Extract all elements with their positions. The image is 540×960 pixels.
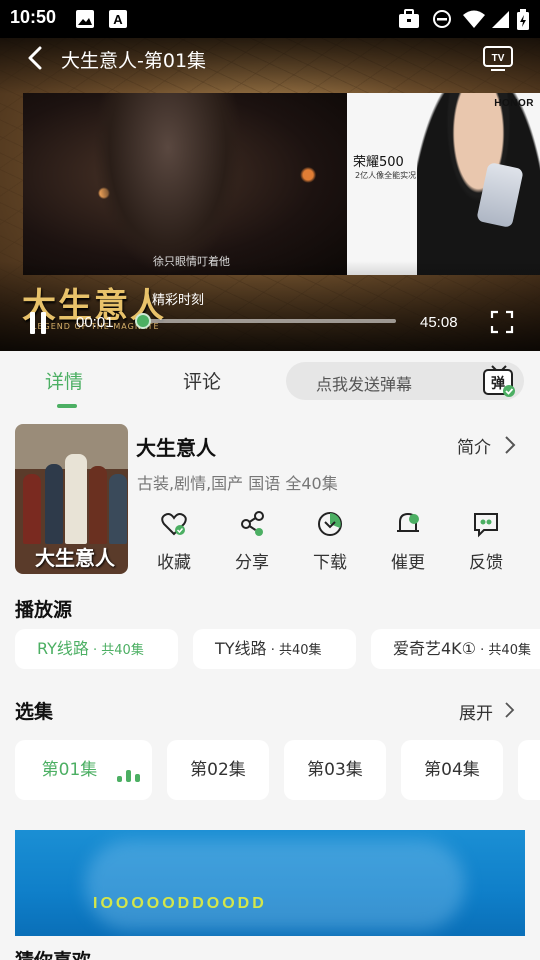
show-title: 大生意人 (136, 436, 216, 460)
seek-bar[interactable] (135, 313, 396, 329)
chevron-right-icon[interactable] (503, 435, 517, 455)
ad-model: 荣耀500 (353, 155, 404, 170)
share-icon (241, 511, 264, 536)
episode-list: 第01集 第02集 第03集 第04集 (0, 740, 540, 800)
source-name: TY线路 (215, 639, 267, 658)
expand-link[interactable]: 展开 (459, 699, 493, 724)
svg-text:A: A (113, 12, 123, 27)
video-frame: 徐只眼情叮着他 (23, 93, 347, 275)
show-poster[interactable]: 大生意人 (15, 424, 128, 574)
do-not-disturb-icon (433, 10, 451, 28)
action-label: 反馈 (469, 553, 503, 573)
back-arrow-icon[interactable] (24, 46, 48, 70)
share-button[interactable]: 分享 (222, 510, 282, 573)
episodes-title: 选集 (15, 701, 54, 723)
current-time: 00:01 (76, 314, 114, 331)
status-bar: 10:50 A (0, 0, 540, 38)
source-count: · 共40集 (476, 643, 531, 658)
playing-equalizer-icon (117, 770, 143, 782)
tv-cast-icon[interactable]: TV (482, 44, 514, 72)
ad-slogan: 2亿人像全能实况 (355, 171, 417, 180)
total-time: 45:08 (420, 314, 458, 331)
feedback-button[interactable]: 反馈 (456, 510, 516, 573)
detail-tabs: 详情 评论 点我发送弹幕 弹 (0, 351, 540, 413)
recommend-section-title: 猜你喜欢 (15, 946, 91, 960)
video-ad[interactable]: HONOR 荣耀500 2亿人像全能实况 (347, 93, 540, 275)
svg-text:TV: TV (492, 53, 505, 64)
episode-item-02[interactable]: 第02集 (167, 740, 269, 800)
video-title: 大生意人-第01集 (61, 50, 207, 72)
poster-title: 大生意人 (35, 546, 115, 570)
episode-label: 第01集 (41, 760, 98, 780)
episode-item-03[interactable]: 第03集 (284, 740, 386, 800)
tab-comment[interactable]: 评论 (183, 367, 221, 394)
play-source-title: 播放源 (15, 599, 73, 621)
show-meta: 古装,剧情,国产 国语 全40集 (137, 474, 338, 493)
danmaku-toggle-icon[interactable]: 弹 (482, 364, 516, 398)
episode-label: 第02集 (190, 760, 246, 780)
ad-brand: HONOR (494, 98, 534, 109)
banner-ad[interactable]: IOOOOODDOODD (15, 830, 525, 936)
highlight-label[interactable]: 精彩时刻 (152, 289, 204, 308)
text-a-icon: A (109, 10, 127, 28)
remind-update-button[interactable]: 催更 (378, 510, 438, 573)
danmaku-placeholder: 点我发送弹幕 (316, 375, 413, 394)
favorite-button[interactable]: 收藏 (144, 510, 204, 573)
action-label: 分享 (235, 553, 269, 573)
source-count: · 共40集 (88, 643, 144, 658)
episode-label: 第04集 (424, 760, 480, 780)
fullscreen-icon[interactable] (490, 310, 514, 334)
source-name: 爱奇艺4K① (393, 639, 477, 658)
image-icon (76, 10, 94, 28)
pause-button[interactable] (28, 312, 48, 334)
download-icon (318, 512, 342, 536)
source-item-iqiyi[interactable]: 爱奇艺4K① · 共40集 (371, 629, 540, 669)
briefcase-icon (399, 9, 419, 28)
signal-icon (492, 11, 509, 28)
episode-item-01[interactable]: 第01集 (15, 740, 152, 800)
action-label: 催更 (391, 553, 425, 573)
action-label: 收藏 (157, 553, 191, 573)
episode-label: 第03集 (307, 760, 363, 780)
tab-detail[interactable]: 详情 (45, 367, 83, 394)
intro-link[interactable]: 简介 (457, 433, 491, 458)
video-player[interactable]: 徐只眼情叮着他 HONOR 荣耀500 2亿人像全能实况 大生意人-第01集 T… (0, 38, 540, 351)
episode-item-05[interactable] (518, 740, 540, 800)
source-item-ry[interactable]: RY线路 · 共40集 (15, 629, 178, 669)
source-count: · 共40集 (266, 643, 322, 658)
feedback-icon (474, 513, 498, 538)
episode-item-04[interactable]: 第04集 (401, 740, 503, 800)
bell-icon (397, 512, 419, 532)
chevron-right-icon[interactable] (504, 701, 516, 719)
battery-charging-icon (517, 9, 529, 30)
status-time: 10:50 (10, 7, 57, 27)
ad-person-image (417, 93, 540, 275)
source-list: RY线路 · 共40集 TY线路 · 共40集 爱奇艺4K① · 共40集 (0, 629, 540, 669)
heart-icon (161, 513, 187, 536)
source-name: RY线路 (37, 639, 89, 658)
action-label: 下载 (313, 553, 347, 573)
banner-text: IOOOOODDOODD (93, 895, 267, 912)
tab-indicator (57, 404, 77, 408)
danmaku-icon-label: 弹 (491, 375, 505, 392)
source-item-ty[interactable]: TY线路 · 共40集 (193, 629, 356, 669)
wifi-icon (463, 10, 485, 28)
download-button[interactable]: 下载 (300, 510, 360, 573)
